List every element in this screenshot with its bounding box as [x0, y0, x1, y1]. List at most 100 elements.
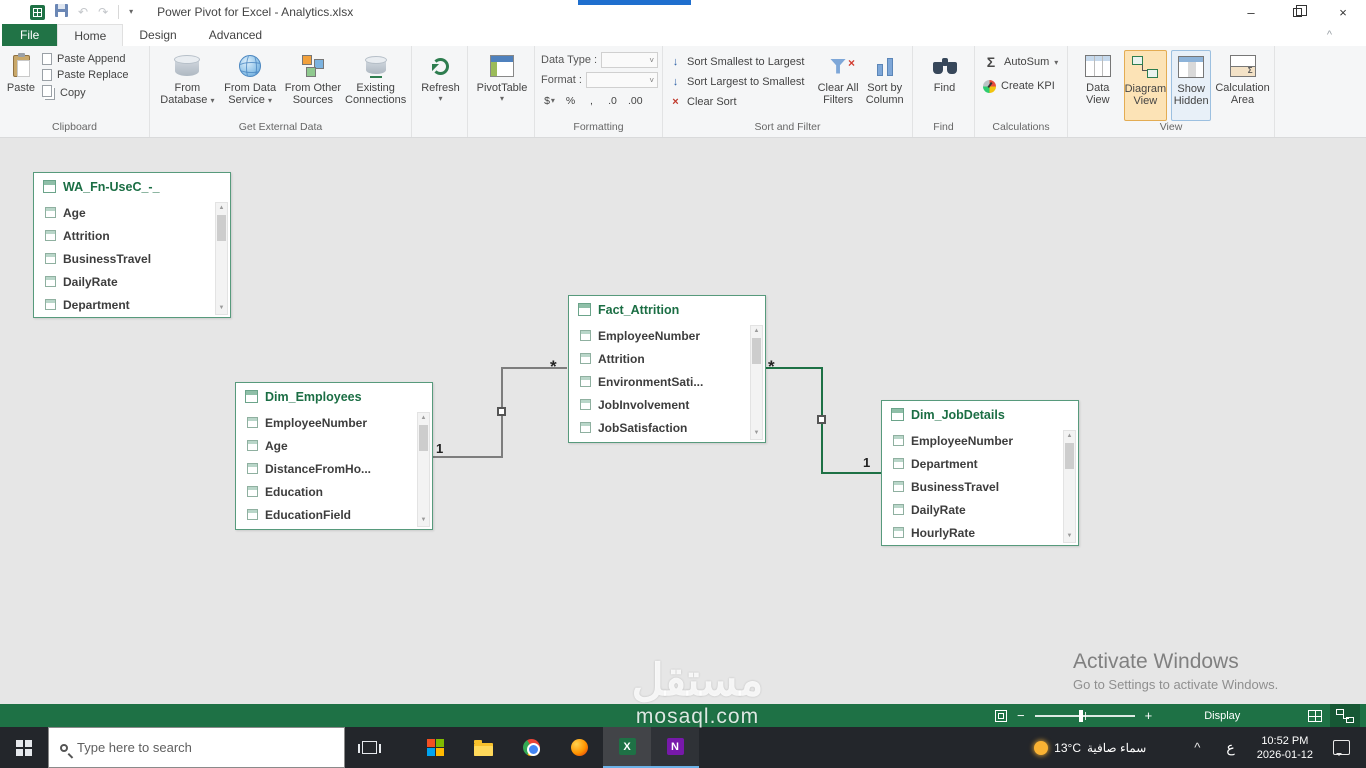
restore-button[interactable] — [1274, 0, 1320, 24]
table-field[interactable]: JobInvolvement — [569, 393, 765, 416]
qat-customize-button[interactable]: ▾ — [129, 5, 133, 19]
taskbar-chrome[interactable] — [507, 727, 555, 768]
table-field[interactable]: DailyRate — [34, 270, 230, 293]
fit-to-screen-icon[interactable] — [995, 709, 1007, 722]
format-dropdown[interactable]: ˅ — [585, 72, 658, 88]
minimize-button[interactable]: – — [1228, 0, 1274, 24]
zoom-slider[interactable] — [1034, 709, 1135, 722]
scroll-thumb[interactable] — [217, 215, 226, 241]
existing-connections-button[interactable]: Existing Connections — [344, 50, 407, 121]
zoom-slider-thumb[interactable] — [1078, 709, 1083, 722]
redo-button[interactable]: ↷ — [98, 5, 108, 19]
table-field[interactable]: EducationField — [236, 503, 432, 526]
table-scrollbar[interactable]: ▲ ▼ — [215, 202, 228, 315]
scroll-down-icon[interactable]: ▼ — [1067, 533, 1073, 540]
table-header[interactable]: WA_Fn-UseC_-_ — [34, 173, 230, 200]
taskbar-clock[interactable]: 10:52 PM 2026-01-12 — [1247, 734, 1323, 762]
tab-design[interactable]: Design — [123, 24, 192, 46]
copy-button[interactable]: Copy — [42, 85, 129, 100]
close-button[interactable]: × — [1320, 0, 1366, 24]
sort-by-column-button[interactable]: Sort by Column — [861, 50, 908, 121]
relationship-connector-icon[interactable] — [497, 407, 506, 416]
percent-format-button[interactable]: % — [562, 92, 579, 109]
paste-button[interactable]: Paste — [6, 50, 36, 121]
table-scrollbar[interactable]: ▲ ▼ — [750, 325, 763, 440]
taskbar-weather[interactable]: 13°C سماء صافية — [1034, 740, 1180, 755]
table-field[interactable]: DistanceFromHo... — [236, 457, 432, 480]
scroll-down-icon[interactable]: ▼ — [754, 430, 760, 437]
clear-all-filters-button[interactable]: × Clear All Filters — [815, 50, 862, 121]
scroll-up-icon[interactable]: ▲ — [754, 328, 760, 335]
relationship-connector-icon[interactable] — [817, 415, 826, 424]
from-database-button[interactable]: From Database ▾ — [156, 50, 219, 121]
tab-home[interactable]: Home — [57, 24, 124, 46]
save-button[interactable] — [55, 4, 68, 20]
table-field[interactable]: Attrition — [569, 347, 765, 370]
sort-largest-to-smallest-button[interactable]: ↓ Sort Largest to Smallest — [669, 73, 815, 91]
start-button[interactable] — [0, 727, 48, 768]
tab-file[interactable]: File — [2, 24, 58, 46]
find-button[interactable]: Find — [930, 50, 960, 121]
table-field[interactable]: EmployeeNumber — [882, 429, 1078, 452]
taskbar-excel[interactable]: X — [603, 727, 651, 768]
table-field[interactable]: Department — [882, 452, 1078, 475]
collapse-ribbon-icon[interactable]: ^ — [1327, 29, 1332, 41]
table-field[interactable]: Attrition — [34, 224, 230, 247]
action-center-icon[interactable] — [1333, 740, 1350, 756]
scroll-up-icon[interactable]: ▲ — [1067, 433, 1073, 440]
relationship-line[interactable] — [433, 456, 503, 458]
from-other-sources-button[interactable]: From Other Sources — [282, 50, 345, 121]
language-indicator[interactable]: ع — [1214, 739, 1246, 756]
scroll-down-icon[interactable]: ▼ — [421, 517, 427, 524]
from-data-service-button[interactable]: From Data Service ▾ — [219, 50, 282, 121]
tab-advanced[interactable]: Advanced — [193, 24, 278, 46]
grid-view-icon[interactable] — [1300, 704, 1330, 727]
show-hidden-icons-button[interactable]: ^ — [1180, 740, 1214, 755]
undo-button[interactable]: ↶ — [78, 5, 88, 19]
data-type-dropdown[interactable]: ˅ — [601, 52, 658, 68]
diagram-table-wa-fn-usec[interactable]: WA_Fn-UseC_-_ Age Attrition BusinessTrav… — [33, 172, 231, 318]
currency-format-button[interactable]: $ ▾ — [541, 92, 558, 109]
sort-smallest-to-largest-button[interactable]: ↓ Sort Smallest to Largest — [669, 53, 815, 71]
scroll-thumb[interactable] — [1065, 443, 1074, 469]
table-field[interactable]: BusinessTravel — [34, 247, 230, 270]
autosum-button[interactable]: Σ AutoSum ▾ — [983, 53, 1058, 71]
table-field[interactable]: Age — [236, 434, 432, 457]
table-scrollbar[interactable]: ▲ ▼ — [1063, 430, 1076, 543]
table-field[interactable]: BusinessTravel — [882, 475, 1078, 498]
decrease-decimal-button[interactable]: .0 — [604, 92, 621, 109]
diagram-view-status-icon[interactable] — [1330, 704, 1360, 727]
table-header[interactable]: Dim_JobDetails — [882, 401, 1078, 428]
table-field[interactable]: Education — [236, 480, 432, 503]
task-view-button[interactable] — [345, 727, 393, 768]
taskbar-file-explorer[interactable] — [459, 727, 507, 768]
scroll-up-icon[interactable]: ▲ — [219, 205, 225, 212]
paste-replace-button[interactable]: Paste Replace — [42, 69, 129, 81]
taskbar-app-microsoft[interactable] — [411, 727, 459, 768]
scroll-thumb[interactable] — [419, 425, 428, 451]
pivottable-button[interactable]: PivotTable ▾ — [477, 50, 527, 121]
table-field[interactable]: EmployeeNumber — [569, 324, 765, 347]
table-field[interactable]: JobSatisfaction — [569, 416, 765, 439]
table-field[interactable]: Department — [34, 293, 230, 316]
calculation-area-button[interactable]: Σ Calculation Area — [1215, 50, 1270, 121]
table-field[interactable]: EmployeeNumber — [236, 411, 432, 434]
scroll-down-icon[interactable]: ▼ — [219, 305, 225, 312]
table-header[interactable]: Dim_Employees — [236, 383, 432, 410]
paste-append-button[interactable]: Paste Append — [42, 53, 129, 65]
diagram-table-fact-attrition[interactable]: Fact_Attrition EmployeeNumber Attrition … — [568, 295, 766, 443]
show-hidden-button[interactable]: Show Hidden — [1171, 50, 1212, 121]
zoom-in-button[interactable]: + — [1145, 709, 1153, 722]
clear-sort-button[interactable]: × Clear Sort — [669, 93, 815, 111]
create-kpi-button[interactable]: Create KPI — [983, 77, 1058, 95]
search-input[interactable] — [77, 740, 333, 755]
scroll-thumb[interactable] — [752, 338, 761, 364]
table-field[interactable]: EnvironmentSati... — [569, 370, 765, 393]
increase-decimal-button[interactable]: .00 — [625, 92, 646, 109]
diagram-canvas[interactable]: 1 * * 1 WA_Fn-UseC_-_ Age Attrition Busi… — [0, 138, 1366, 704]
diagram-view-button[interactable]: Diagram View — [1123, 50, 1168, 121]
thousands-separator-button[interactable]: , — [583, 92, 600, 109]
scroll-up-icon[interactable]: ▲ — [421, 415, 427, 422]
diagram-table-dim-jobdetails[interactable]: Dim_JobDetails EmployeeNumber Department… — [881, 400, 1079, 546]
taskbar-firefox[interactable] — [555, 727, 603, 768]
